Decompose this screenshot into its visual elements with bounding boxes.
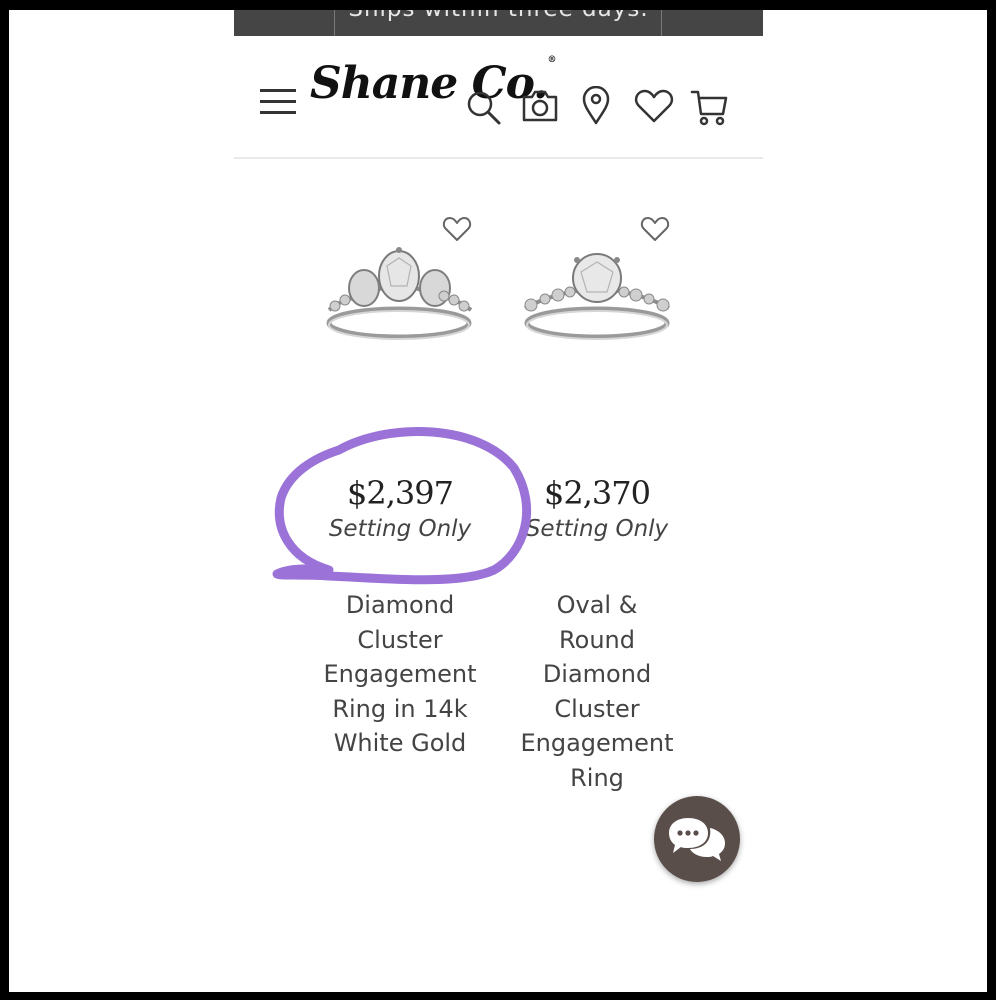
- promo-banner[interactable]: Ships within three days.: [234, 10, 763, 36]
- product-name[interactable]: Diamond Cluster Engagement Ring in 14k W…: [300, 588, 500, 761]
- heart-icon[interactable]: [634, 88, 674, 124]
- chat-bubbles-icon: [669, 818, 725, 861]
- ring-image[interactable]: [317, 238, 482, 350]
- shane-co-logo[interactable]: Shane Co.®: [310, 55, 557, 109]
- promo-divider: [661, 10, 662, 36]
- location-pin-icon[interactable]: [581, 86, 611, 126]
- product-name[interactable]: Oval & Round Diamond Cluster Engagement …: [497, 588, 697, 795]
- menu-icon[interactable]: [260, 86, 298, 116]
- product-setting-label: Setting Only: [328, 516, 472, 542]
- phone-screen: Ships within three days. Shane Co.®: [9, 10, 987, 992]
- logo-text: Shane Co.: [310, 58, 548, 109]
- product-price: $2,370: [544, 474, 651, 512]
- site-header: Shane Co.®: [234, 36, 763, 159]
- product-price: $2,397: [347, 474, 454, 512]
- camera-icon[interactable]: [521, 89, 559, 123]
- header-divider: [234, 157, 763, 159]
- cart-icon[interactable]: [690, 88, 730, 128]
- registered-mark: ®: [547, 55, 557, 66]
- product-setting-label: Setting Only: [525, 516, 669, 542]
- promo-text: Ships within three days.: [234, 10, 763, 22]
- ring-image[interactable]: [515, 238, 680, 350]
- promo-divider: [334, 10, 335, 36]
- search-icon[interactable]: [466, 90, 502, 126]
- chat-button[interactable]: [654, 796, 740, 882]
